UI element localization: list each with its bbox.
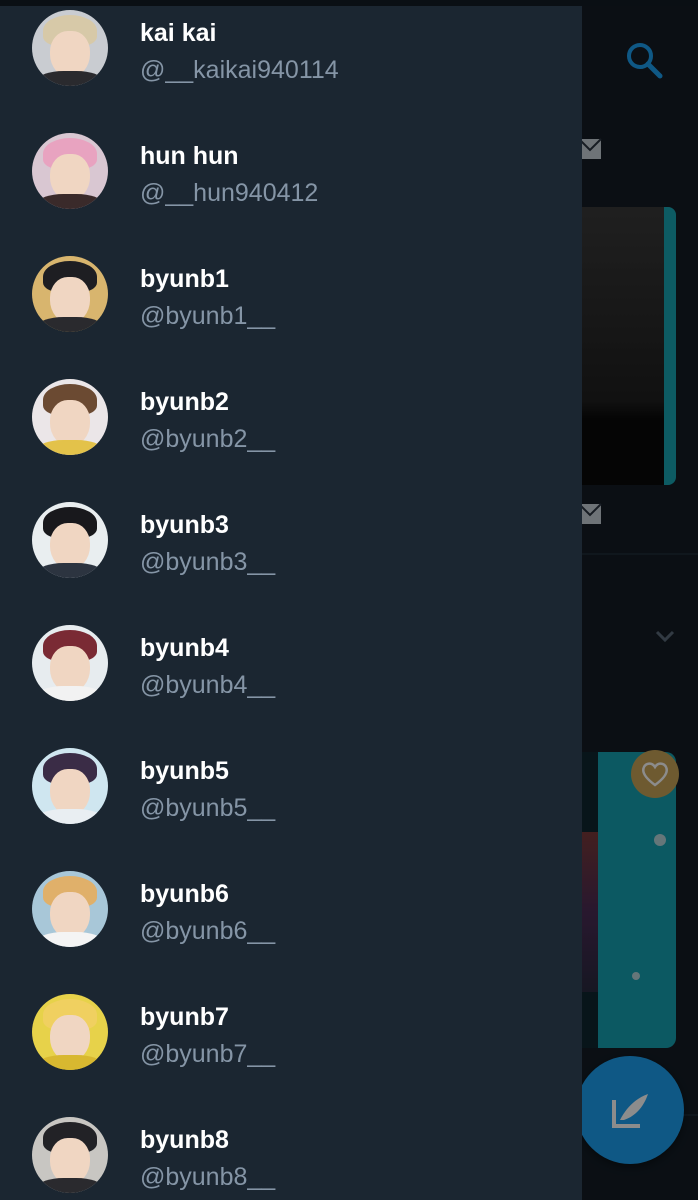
avatar[interactable]	[32, 625, 108, 701]
account-row[interactable]: byunb8 @byunb8__	[0, 1113, 582, 1200]
account-handle: @byunb1__	[140, 302, 276, 330]
account-text: byunb6 @byunb6__	[140, 879, 275, 946]
account-handle: @byunb5__	[140, 794, 276, 822]
account-display-name: kai kai	[140, 19, 217, 47]
account-handle: @byunb8__	[140, 1163, 276, 1191]
avatar-shirt	[38, 685, 102, 701]
account-row[interactable]: byunb1 @byunb1__	[0, 252, 582, 375]
avatar-shirt	[38, 70, 102, 86]
avatar-shirt	[38, 808, 102, 824]
avatar[interactable]	[32, 1117, 108, 1193]
avatar-shirt	[38, 1054, 102, 1070]
avatar-shirt	[38, 439, 102, 455]
avatar-shirt	[38, 1177, 102, 1193]
account-display-name: byunb8	[140, 1126, 229, 1154]
account-display-name: hun hun	[140, 142, 239, 170]
account-display-name: byunb5	[140, 757, 229, 785]
account-row[interactable]: kai kai @__kaikai940114	[0, 6, 582, 129]
account-row[interactable]: byunb6 @byunb6__	[0, 867, 582, 990]
avatar-shirt	[38, 193, 102, 209]
status-bar-edge	[0, 0, 698, 6]
account-display-name: byunb3	[140, 511, 229, 539]
account-row[interactable]: byunb4 @byunb4__	[0, 621, 582, 744]
account-handle: @byunb3__	[140, 548, 276, 576]
account-display-name: byunb1	[140, 265, 229, 293]
account-handle: @byunb2__	[140, 425, 276, 453]
account-row[interactable]: hun hun @__hun940412	[0, 129, 582, 252]
avatar-shirt	[38, 562, 102, 578]
avatar-shirt	[38, 931, 102, 947]
avatar[interactable]	[32, 502, 108, 578]
account-handle: @__kaikai940114	[140, 56, 339, 84]
avatar[interactable]	[32, 748, 108, 824]
account-text: byunb7 @byunb7__	[140, 1002, 275, 1069]
account-switcher-drawer: kai kai @__kaikai940114 hun hun @__hun94…	[0, 6, 582, 1200]
account-text: byunb1 @byunb1__	[140, 264, 275, 331]
account-handle: @byunb6__	[140, 917, 276, 945]
account-text: byunb3 @byunb3__	[140, 510, 275, 577]
account-row[interactable]: byunb3 @byunb3__	[0, 498, 582, 621]
account-display-name: byunb7	[140, 1003, 229, 1031]
avatar[interactable]	[32, 871, 108, 947]
avatar[interactable]	[32, 10, 108, 86]
avatar[interactable]	[32, 133, 108, 209]
account-text: byunb4 @byunb4__	[140, 633, 275, 700]
account-row[interactable]: byunb5 @byunb5__	[0, 744, 582, 867]
account-display-name: byunb2	[140, 388, 229, 416]
avatar[interactable]	[32, 256, 108, 332]
account-row[interactable]: byunb2 @byunb2__	[0, 375, 582, 498]
account-text: byunb2 @byunb2__	[140, 387, 275, 454]
account-text: kai kai @__kaikai940114	[140, 18, 339, 85]
avatar[interactable]	[32, 994, 108, 1070]
screen: kai kai @__kaikai940114 hun hun @__hun94…	[0, 0, 698, 1200]
account-handle: @byunb4__	[140, 671, 276, 699]
account-text: byunb5 @byunb5__	[140, 756, 275, 823]
avatar-shirt	[38, 316, 102, 332]
account-row[interactable]: byunb7 @byunb7__	[0, 990, 582, 1113]
account-display-name: byunb6	[140, 880, 229, 908]
account-text: byunb8 @byunb8__	[140, 1125, 275, 1192]
account-handle: @__hun940412	[140, 179, 319, 207]
account-display-name: byunb4	[140, 634, 229, 662]
account-text: hun hun @__hun940412	[140, 141, 318, 208]
account-handle: @byunb7__	[140, 1040, 276, 1068]
avatar[interactable]	[32, 379, 108, 455]
account-list: kai kai @__kaikai940114 hun hun @__hun94…	[0, 6, 582, 1200]
